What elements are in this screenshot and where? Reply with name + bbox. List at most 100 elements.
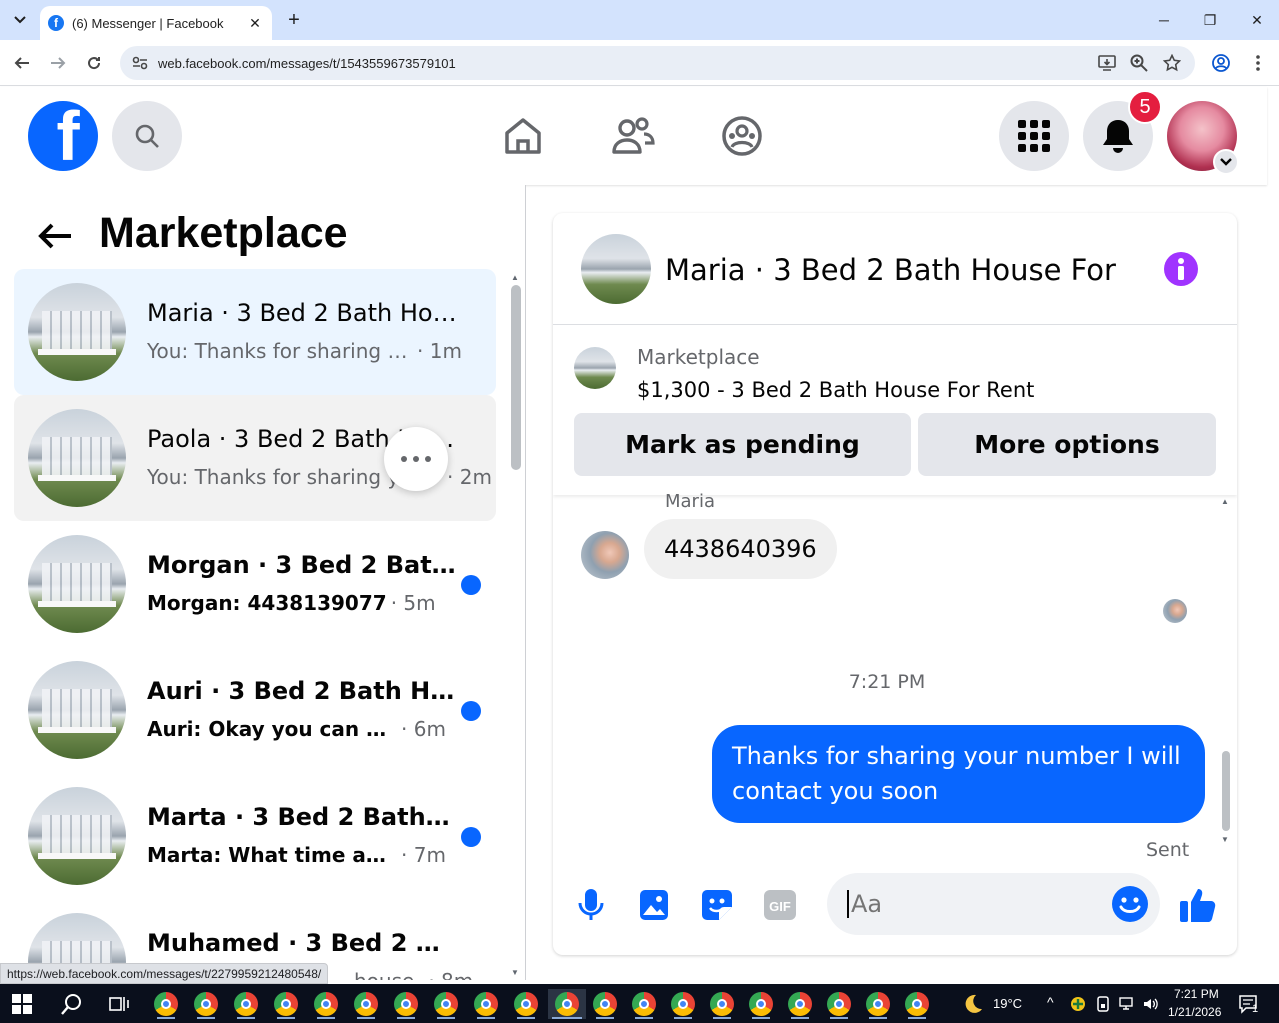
conversation-list: Maria · 3 Bed 2 Bath House For Rent You:… bbox=[14, 269, 496, 980]
message-input-wrapper[interactable] bbox=[827, 873, 1160, 935]
chrome-taskbar-icon[interactable] bbox=[271, 989, 301, 1019]
marketplace-listing-card: Marketplace $1,300 - 3 Bed 2 Bath House … bbox=[553, 325, 1237, 495]
volume-icon[interactable] bbox=[1139, 989, 1163, 1019]
tray-chevron-up-icon[interactable]: ^ bbox=[1047, 994, 1054, 1010]
forward-button[interactable] bbox=[45, 50, 71, 76]
thumbs-up-icon bbox=[1180, 889, 1216, 922]
network-icon[interactable] bbox=[1115, 989, 1139, 1019]
account-icon bbox=[1212, 54, 1230, 72]
listing-thumbnail[interactable] bbox=[574, 347, 616, 389]
message-time: · 2m bbox=[447, 465, 492, 489]
back-button[interactable] bbox=[9, 50, 35, 76]
taskbar-search-icon[interactable] bbox=[57, 989, 87, 1019]
chrome-taskbar-icon[interactable] bbox=[351, 989, 381, 1019]
scroll-up-arrow[interactable]: ▲ bbox=[511, 273, 519, 282]
chat-title[interactable]: Maria · 3 Bed 2 Bath House For … bbox=[665, 253, 1125, 287]
more-options-button[interactable]: More options bbox=[918, 413, 1216, 476]
attach-photo-button[interactable] bbox=[634, 885, 674, 925]
chrome-taskbar-icon[interactable] bbox=[707, 989, 737, 1019]
chrome-taskbar-icon[interactable] bbox=[311, 989, 341, 1019]
zoom-icon[interactable] bbox=[1128, 52, 1150, 74]
weather-moon-icon[interactable] bbox=[958, 989, 988, 1019]
tab-search-button[interactable] bbox=[8, 8, 32, 32]
conversation-item[interactable]: Morgan · 3 Bed 2 Bath House For Rent Mor… bbox=[14, 521, 496, 647]
chrome-taskbar-icon[interactable] bbox=[902, 989, 932, 1019]
chrome-taskbar-icon[interactable] bbox=[824, 989, 854, 1019]
menu-button[interactable] bbox=[999, 101, 1069, 171]
restore-button[interactable]: ❐ bbox=[1190, 6, 1230, 34]
incoming-message[interactable]: 4438640396 bbox=[644, 519, 837, 579]
action-center-icon[interactable]: 1 bbox=[1234, 989, 1264, 1019]
taskbar-time[interactable]: 7:21 PM bbox=[1174, 987, 1219, 1001]
account-menu-button[interactable] bbox=[1213, 149, 1239, 175]
chrome-taskbar-icon[interactable] bbox=[511, 989, 541, 1019]
chrome-taskbar-icon[interactable] bbox=[668, 989, 698, 1019]
chrome-taskbar-icon[interactable] bbox=[191, 989, 221, 1019]
groups-nav-icon[interactable] bbox=[718, 112, 766, 160]
listing-title[interactable]: $1,300 - 3 Bed 2 Bath House For Rent bbox=[637, 378, 1034, 402]
friends-nav-icon[interactable] bbox=[609, 112, 657, 160]
address-bar[interactable]: web.facebook.com/messages/t/154355967357… bbox=[120, 46, 1195, 80]
back-button[interactable] bbox=[34, 215, 76, 257]
minimize-button[interactable]: ─ bbox=[1144, 6, 1184, 34]
chrome-taskbar-icon[interactable] bbox=[471, 989, 501, 1019]
chrome-taskbar-icon-active[interactable] bbox=[548, 989, 586, 1019]
sender-avatar[interactable] bbox=[581, 531, 629, 579]
profile-button[interactable] bbox=[1208, 50, 1234, 76]
emoji-icon[interactable] bbox=[1111, 885, 1149, 923]
chrome-taskbar-icon[interactable] bbox=[391, 989, 421, 1019]
chat-avatar[interactable] bbox=[581, 234, 651, 304]
outgoing-message[interactable]: Thanks for sharing your number I will co… bbox=[712, 725, 1205, 823]
message-timestamp: 7:21 PM bbox=[848, 671, 926, 693]
browser-toolbar: web.facebook.com/messages/t/154355967357… bbox=[0, 40, 1279, 86]
scrollbar-thumb[interactable] bbox=[511, 285, 521, 470]
home-nav-icon[interactable] bbox=[499, 112, 547, 160]
scroll-down-arrow[interactable]: ▼ bbox=[511, 968, 519, 977]
scroll-down-arrow[interactable]: ▼ bbox=[1221, 835, 1229, 844]
task-view-icon[interactable] bbox=[104, 989, 134, 1019]
reload-button[interactable] bbox=[81, 50, 107, 76]
install-app-icon[interactable] bbox=[1096, 52, 1118, 74]
mark-as-pending-button[interactable]: Mark as pending bbox=[574, 413, 911, 476]
tab-close-icon[interactable]: ✕ bbox=[246, 14, 264, 32]
search-icon bbox=[135, 124, 159, 148]
weather-temperature[interactable]: 19°C bbox=[993, 996, 1022, 1011]
browser-tab[interactable]: f (6) Messenger | Facebook ✕ bbox=[40, 6, 272, 40]
message-time: · 8m bbox=[428, 969, 473, 980]
chrome-taskbar-icon[interactable] bbox=[431, 989, 461, 1019]
chrome-taskbar-icon[interactable] bbox=[785, 989, 815, 1019]
microphone-icon bbox=[578, 889, 604, 920]
voice-clip-button[interactable] bbox=[571, 885, 611, 925]
scrollbar-thumb[interactable] bbox=[1222, 751, 1230, 831]
search-button[interactable] bbox=[112, 101, 182, 171]
taskbar-date[interactable]: 1/21/2026 bbox=[1168, 1005, 1221, 1019]
message-snippet: Auri: Okay you can come and see it bbox=[147, 717, 397, 741]
chrome-taskbar-icon[interactable] bbox=[151, 989, 181, 1019]
sticker-button[interactable] bbox=[697, 885, 737, 925]
facebook-logo-icon[interactable]: f bbox=[28, 101, 98, 171]
new-tab-button[interactable]: + bbox=[282, 8, 306, 32]
tray-device-icon[interactable] bbox=[1091, 989, 1115, 1019]
info-icon bbox=[1178, 258, 1184, 280]
message-input[interactable] bbox=[847, 890, 1087, 918]
tray-app-icon[interactable] bbox=[1066, 989, 1090, 1019]
bookmark-star-icon[interactable] bbox=[1161, 52, 1183, 74]
site-info-icon[interactable] bbox=[130, 53, 150, 73]
scroll-up-arrow[interactable]: ▲ bbox=[1221, 497, 1229, 506]
windows-start-icon[interactable] bbox=[12, 994, 32, 1014]
chrome-taskbar-icon[interactable] bbox=[746, 989, 776, 1019]
window-close-button[interactable]: ✕ bbox=[1237, 6, 1277, 34]
conversation-item[interactable]: Paola · 3 Bed 2 Bath House For Rent You:… bbox=[14, 395, 496, 521]
chrome-taskbar-icon[interactable] bbox=[590, 989, 620, 1019]
chrome-taskbar-icon[interactable] bbox=[863, 989, 893, 1019]
browser-menu-button[interactable] bbox=[1245, 50, 1271, 76]
conversation-item[interactable]: Auri · 3 Bed 2 Bath House For Rent Auri:… bbox=[14, 647, 496, 773]
conversation-info-button[interactable] bbox=[1164, 252, 1198, 286]
like-button[interactable] bbox=[1178, 885, 1218, 925]
gif-button[interactable]: GIF bbox=[760, 885, 800, 925]
conversation-item[interactable]: Marta · 3 Bed 2 Bath House For Rent Mart… bbox=[14, 773, 496, 899]
chrome-taskbar-icon[interactable] bbox=[231, 989, 261, 1019]
conversation-options-button[interactable] bbox=[384, 427, 448, 491]
chrome-taskbar-icon[interactable] bbox=[629, 989, 659, 1019]
conversation-item[interactable]: Maria · 3 Bed 2 Bath House For Rent You:… bbox=[14, 269, 496, 395]
